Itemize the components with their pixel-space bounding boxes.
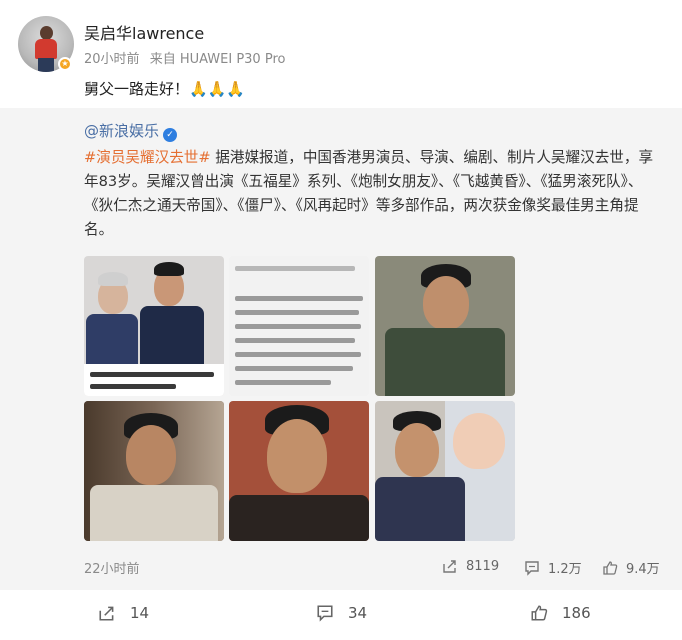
repost-time: 22小时前 — [84, 562, 140, 577]
photo-3[interactable] — [375, 256, 515, 396]
repost-share-count[interactable]: 8119 — [442, 558, 499, 574]
photo-2-line-2 — [235, 296, 363, 301]
photo-6-baby-face — [453, 413, 505, 469]
repost-count: 14 — [130, 604, 150, 622]
post-body: 舅父一路走好！ — [84, 80, 190, 98]
photo-2-line-3 — [235, 310, 359, 315]
user-name[interactable]: 吴启华lawrence — [84, 20, 204, 44]
photo-1-jacket-left — [86, 314, 138, 364]
share-icon — [99, 606, 114, 621]
photo-2-line-1 — [235, 266, 355, 271]
post-meta: 20小时前 来自 HUAWEI P30 Pro — [84, 48, 291, 67]
photo-1-caption — [84, 364, 224, 396]
separator — [0, 100, 682, 108]
photo-1-caption-line-1 — [90, 372, 214, 377]
photo-2-line-4 — [235, 324, 361, 329]
thumbs-up-icon — [603, 560, 618, 575]
photo-2-line-8 — [235, 380, 331, 385]
repost-like-value: 9.4万 — [626, 562, 660, 577]
thumbs-up-icon — [531, 605, 548, 621]
photo-3-jacket — [385, 328, 505, 396]
repost-like-count[interactable]: 9.4万 — [602, 558, 660, 577]
photo-5[interactable] — [229, 401, 369, 541]
photo-1-hair-left — [98, 272, 128, 286]
photo-4-face — [126, 425, 176, 485]
photo-1-jacket-right — [140, 306, 204, 366]
pray-emoji: 🙏🙏🙏 — [189, 80, 246, 98]
photo-2[interactable] — [229, 256, 369, 396]
photo-2-line-7 — [235, 366, 353, 371]
photo-5-face — [267, 419, 327, 493]
photo-6[interactable] — [375, 401, 515, 541]
photo-1[interactable] — [84, 256, 224, 396]
like-count: 186 — [562, 604, 591, 622]
photo-4-suit — [90, 485, 218, 541]
photo-5-jacket — [229, 495, 369, 541]
avatar-figure-legs — [38, 58, 54, 72]
photo-1-hair-right — [154, 262, 184, 276]
photo-1-caption-line-2 — [90, 384, 176, 389]
comment-icon — [317, 605, 333, 622]
photo-3-face — [423, 276, 469, 330]
repost-author-name[interactable]: @新浪娱乐 — [84, 122, 159, 140]
like-button[interactable]: 186 — [530, 604, 591, 622]
photo-6-suit — [375, 477, 465, 541]
post-time: 20小时前 — [84, 52, 140, 67]
repost-share-value: 8119 — [466, 558, 500, 574]
comment-button[interactable]: 34 — [316, 604, 367, 622]
photo-2-line-6 — [235, 352, 361, 357]
star-badge-icon: ★ — [58, 57, 72, 71]
comment-icon — [525, 560, 539, 576]
photo-2-line-5 — [235, 338, 355, 343]
post-source: 来自 HUAWEI P30 Pro — [149, 52, 286, 67]
repost-comment-value: 1.2万 — [548, 562, 582, 577]
repost-text: #演员吴耀汉去世# 据港媒报道，中国香港男演员、导演、编剧、制片人吴耀汉去世，享… — [84, 146, 664, 242]
comment-count: 34 — [348, 604, 368, 622]
topic-link[interactable]: #演员吴耀汉去世# — [84, 149, 211, 166]
verified-icon: ✓ — [163, 128, 178, 142]
photo-6-face — [395, 423, 439, 477]
share-icon — [443, 560, 456, 573]
avatar-figure-head — [40, 26, 53, 40]
photo-4[interactable] — [84, 401, 224, 541]
repost-comment-count[interactable]: 1.2万 — [524, 558, 582, 577]
repost-button[interactable]: 14 — [98, 604, 149, 622]
avatar-figure-body — [35, 39, 57, 59]
post-text: 舅父一路走好！🙏🙏🙏 — [84, 78, 245, 99]
repost-author[interactable]: @新浪娱乐 ✓ — [84, 120, 178, 142]
